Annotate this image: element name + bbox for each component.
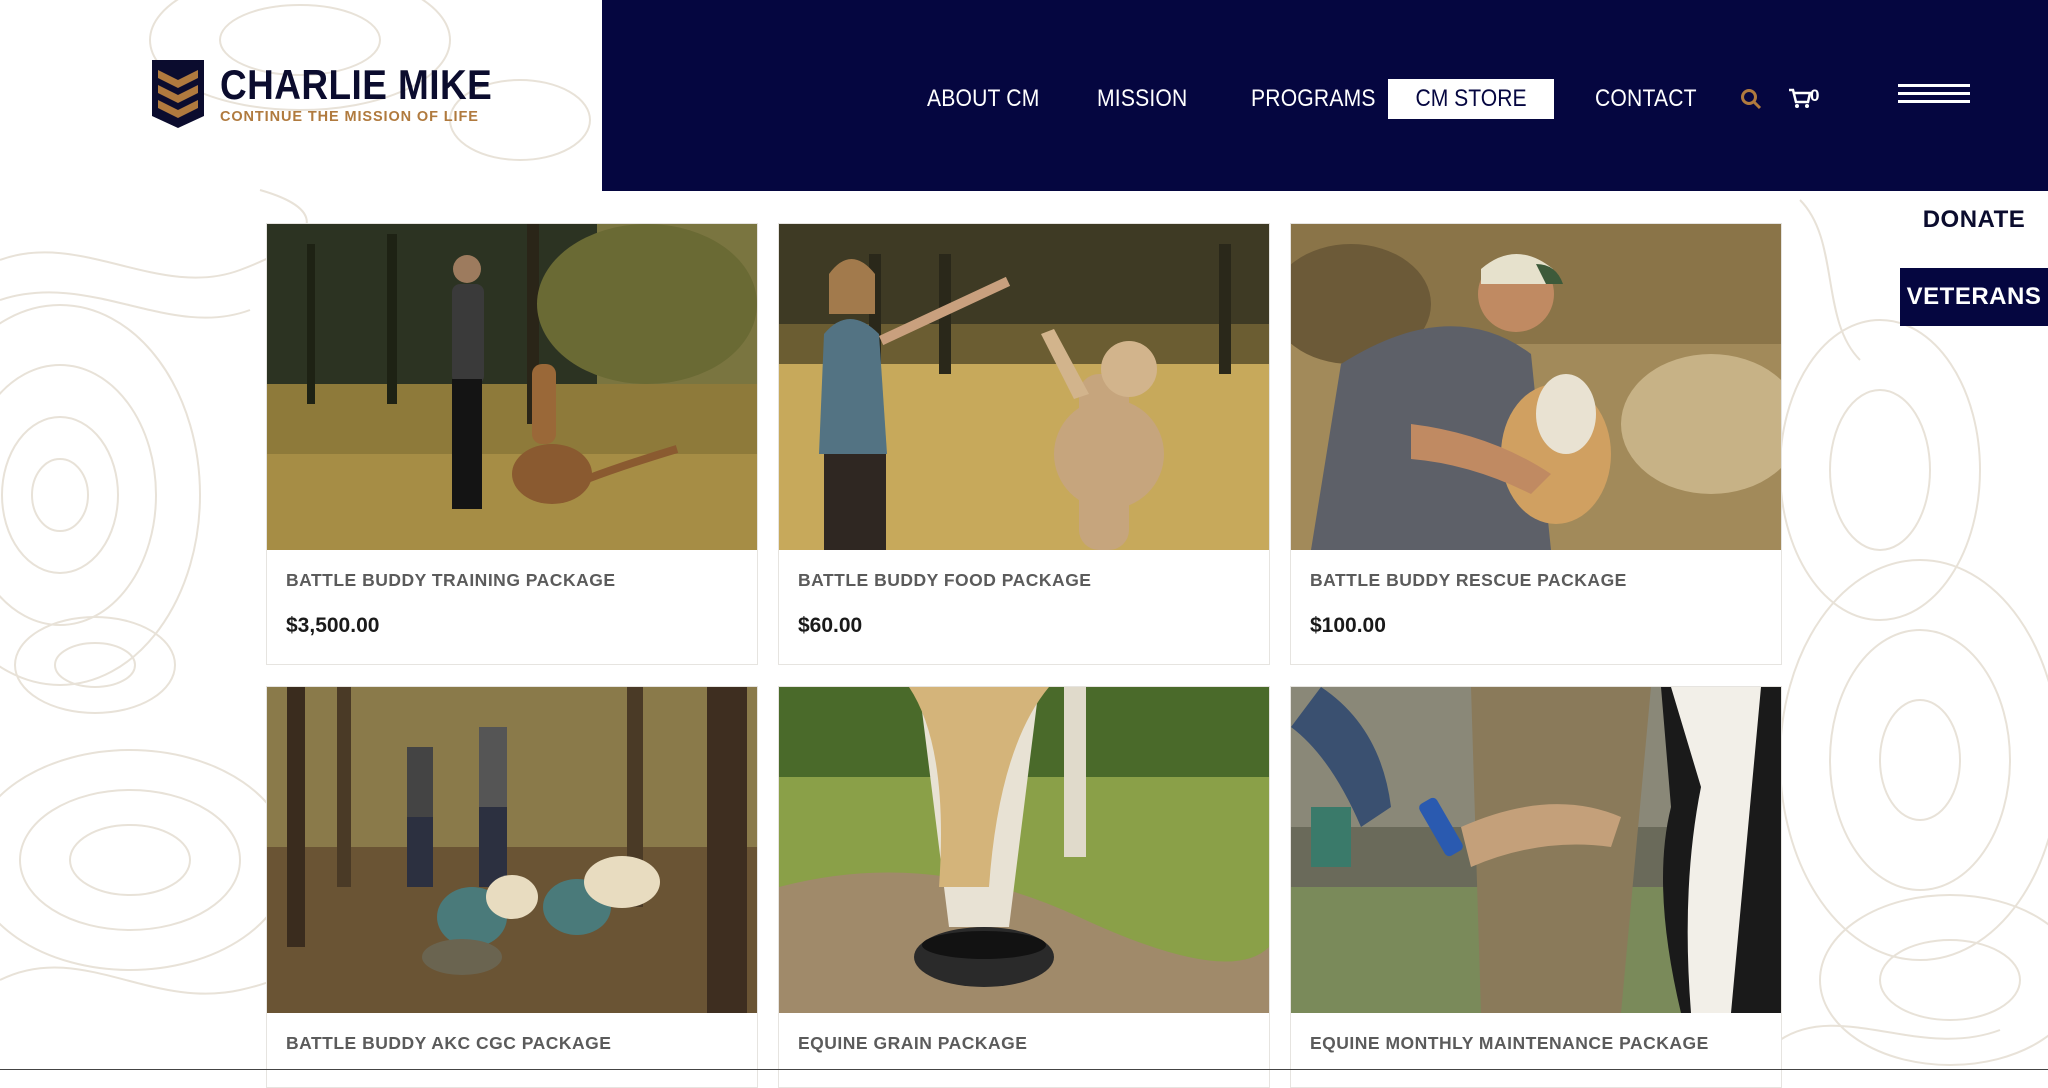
product-price: $60.00 — [798, 614, 863, 637]
product-card[interactable]: EQUINE MONTHLY MAINTENANCE PACKAGE — [1290, 686, 1782, 1088]
product-name[interactable]: EQUINE MONTHLY MAINTENANCE PACKAGE — [1310, 1033, 1709, 1054]
nav-cm-store[interactable]: CM STORE — [1388, 79, 1554, 119]
nav-contact[interactable]: CONTACT — [1595, 80, 1697, 118]
product-name[interactable]: BATTLE BUDDY AKC CGC PACKAGE — [286, 1033, 611, 1054]
product-price: $100.00 — [1310, 614, 1386, 637]
search-icon[interactable] — [1740, 88, 1762, 110]
product-price: $3,500.00 — [286, 614, 380, 637]
veterans-button[interactable]: VETERANS — [1900, 268, 2048, 326]
product-card[interactable]: BATTLE BUDDY FOOD PACKAGE $60.00 — [778, 223, 1270, 665]
hamburger-menu-icon[interactable] — [1898, 84, 1970, 110]
product-name[interactable]: BATTLE BUDDY TRAINING PACKAGE — [286, 570, 616, 591]
logo-title: CHARLIE MIKE — [220, 61, 493, 108]
product-card[interactable]: BATTLE BUDDY AKC CGC PACKAGE — [266, 686, 758, 1088]
product-image — [267, 687, 757, 1013]
product-name[interactable]: BATTLE BUDDY RESCUE PACKAGE — [1310, 570, 1627, 591]
product-image — [779, 687, 1269, 1013]
product-card[interactable]: BATTLE BUDDY RESCUE PACKAGE $100.00 — [1290, 223, 1782, 665]
nav-cm-store-label: CM STORE — [1415, 85, 1527, 112]
chevron-shield-icon — [152, 60, 204, 128]
cart-count: 0 — [1810, 86, 1820, 105]
product-image — [779, 224, 1269, 550]
nav-mission[interactable]: MISSION — [1097, 80, 1187, 118]
logo-tagline: CONTINUE THE MISSION OF LIFE — [220, 109, 479, 125]
site-logo[interactable]: CHARLIE MIKE CONTINUE THE MISSION OF LIF… — [150, 58, 529, 130]
product-name[interactable]: EQUINE GRAIN PACKAGE — [798, 1033, 1027, 1054]
product-image — [267, 224, 757, 550]
product-name[interactable]: BATTLE BUDDY FOOD PACKAGE — [798, 570, 1091, 591]
nav-programs[interactable]: PROGRAMS — [1251, 80, 1376, 118]
product-image — [1291, 224, 1781, 550]
product-image — [1291, 687, 1781, 1013]
product-card[interactable]: BATTLE BUDDY TRAINING PACKAGE $3,500.00 — [266, 223, 758, 665]
cart-icon[interactable] — [1788, 88, 1812, 110]
product-card[interactable]: EQUINE GRAIN PACKAGE — [778, 686, 1270, 1088]
nav-about-cm[interactable]: ABOUT CM — [927, 80, 1040, 118]
donate-button[interactable]: DONATE — [1900, 202, 2048, 238]
page: CHARLIE MIKE CONTINUE THE MISSION OF LIF… — [0, 0, 2048, 1088]
